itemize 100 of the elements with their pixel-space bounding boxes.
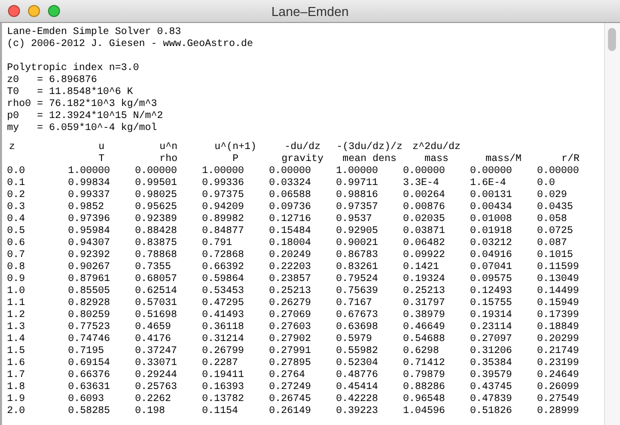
text-line: z0 = 6.896876 — [7, 75, 98, 86]
table-cell-text: 1.2 — [7, 310, 26, 322]
table-cell-text: 0.99711 — [336, 178, 380, 190]
table-cell-text: 0.63631 — [68, 382, 112, 394]
table-cell-text: 0.1154 — [202, 406, 240, 418]
table-cell-text: 0.00264 — [403, 190, 446, 202]
table-cell-text: 0.35384 — [470, 358, 514, 370]
table-cell-text: 0.33071 — [135, 358, 178, 370]
column-header: -(3du/dz)/z — [336, 142, 403, 154]
text-line: rho0 = 76.182*10^3 kg/m^3 — [7, 99, 158, 110]
table-cell-text: 1.6 — [7, 358, 26, 370]
table-cell-text: 0.07041 — [470, 262, 514, 274]
column-header: u^(n+1) — [213, 142, 258, 154]
table-cell-text: 0.22203 — [269, 262, 312, 274]
table-cell-text: 0.54688 — [403, 334, 446, 346]
table-cell-text: 0.7195 — [68, 346, 106, 358]
table-cell-text: 0.03871 — [403, 226, 446, 238]
table-cell-text: 0.19411 — [202, 370, 246, 382]
table-cell-text: 0.25213 — [269, 286, 312, 298]
table-cell-text: 0.2764 — [269, 370, 306, 382]
table-cell-text: 0.71412 — [403, 358, 446, 370]
window-title: Lane–Emden — [271, 4, 349, 18]
column-header: z^2du/dz — [411, 142, 462, 154]
table-cell-text: 0.92392 — [68, 250, 112, 262]
table-cell-text: 0.01008 — [470, 214, 514, 226]
table-cell-text: 0.75639 — [336, 286, 380, 298]
table-cell-text: 0.66376 — [68, 370, 112, 382]
column-subheader: r/R — [560, 154, 580, 166]
table-cell-text: 0.52304 — [336, 358, 380, 370]
table-cell-text: 0.55982 — [336, 346, 380, 358]
table-cell-text: 1.00000 — [68, 166, 112, 178]
table-cell-text: 0.99336 — [202, 178, 246, 190]
column-header: u — [97, 142, 106, 154]
table-cell-text: 0.4 — [7, 214, 26, 226]
table-cell-text: 0.68057 — [135, 274, 178, 286]
scroll-thumb[interactable] — [608, 28, 616, 51]
table-cell-text: 1.8 — [7, 382, 26, 394]
table-cell-text: 0.74746 — [68, 334, 112, 346]
table-cell-text: 0.1015 — [537, 250, 574, 262]
table-cell-text: 0.5979 — [336, 334, 374, 346]
table-cell-text: 0.029 — [537, 190, 568, 202]
table-cell-text: 0.31797 — [403, 298, 446, 310]
table-cell-text: 0.00000 — [537, 166, 580, 178]
table-cell-text: 0.26099 — [537, 382, 580, 394]
table-cell-text: 0.087 — [537, 238, 568, 250]
table-cell-text: 0.87961 — [68, 274, 112, 286]
table-cell-text: 0.18004 — [269, 238, 312, 250]
zoom-icon[interactable] — [48, 5, 60, 17]
table-cell-text: 0.7 — [7, 250, 26, 262]
table-cell-text: 0.12493 — [470, 286, 514, 298]
table-cell-text: 0.95984 — [68, 226, 112, 238]
table-cell-text: 0.31214 — [202, 334, 246, 346]
table-cell-text: 0.46649 — [403, 322, 446, 334]
table-cell-text: 0.00434 — [470, 202, 514, 214]
table-cell-text: 0.39223 — [336, 406, 380, 418]
table-cell-text: 0.27902 — [269, 334, 312, 346]
table-cell-text: 0.9 — [7, 274, 26, 286]
column-subheader: gravity — [280, 154, 324, 166]
table-cell-text: 0.26279 — [269, 298, 312, 310]
column-subheader: P — [231, 154, 240, 166]
table-cell-text: 0.6 — [7, 238, 26, 250]
table-cell-text: 0.09922 — [403, 250, 446, 262]
table-cell-text: 0.36118 — [202, 322, 246, 334]
table-cell-text: 0.94209 — [202, 202, 246, 214]
table-cell-text: 1.5 — [7, 346, 26, 358]
table-cell-text: 0.98816 — [336, 190, 380, 202]
table-cell-text: 0.19314 — [470, 310, 514, 322]
table-cell-text: 0.0 — [7, 166, 26, 178]
table-cell-text: 1.3 — [7, 322, 26, 334]
table-cell-text: 0.09575 — [470, 274, 514, 286]
column-header: -du/dz — [283, 142, 322, 154]
table-cell-text: 0.39579 — [470, 370, 514, 382]
table-cell-text: 0.53453 — [202, 286, 246, 298]
table-cell-text: 0.89982 — [202, 214, 246, 226]
text-line: p0 = 12.3924*10^15 N/m^2 — [7, 111, 164, 122]
table-cell-text: 0.25763 — [135, 382, 178, 394]
column-header: z — [8, 142, 16, 154]
table-cell-text: 0.00000 — [403, 166, 446, 178]
table-cell-text: 0.16393 — [202, 382, 246, 394]
table-cell-text: 0.97375 — [202, 190, 246, 202]
table-cell-text: 1.04596 — [403, 406, 446, 418]
table-cell-text: 0.5 — [7, 226, 26, 238]
minimize-icon[interactable] — [28, 5, 40, 17]
column-subheader: T — [97, 154, 106, 166]
close-icon[interactable] — [8, 5, 20, 17]
table-cell-text: 2.0 — [7, 406, 26, 418]
table-cell-text: 0.15755 — [470, 298, 514, 310]
table-cell-text: 0.18849 — [537, 322, 580, 334]
table-cell-text: 0.83875 — [135, 238, 178, 250]
text-line: Polytropic index n=3.0 — [7, 63, 140, 75]
table-cell-text: 0.67673 — [336, 310, 380, 322]
table-cell-text: 0.59864 — [202, 274, 246, 286]
table-cell-text: 0.03324 — [269, 178, 312, 190]
column-subheader: mean dens — [341, 154, 398, 166]
table-cell-text: 0.7167 — [336, 298, 374, 310]
table-cell-text: 0.14499 — [537, 286, 580, 298]
table-cell-text: 0.26799 — [202, 346, 246, 358]
table-cell-text: 1.4 — [7, 334, 26, 346]
table-cell-text: 0.15484 — [269, 226, 312, 238]
table-cell-text: 0.66392 — [202, 262, 246, 274]
